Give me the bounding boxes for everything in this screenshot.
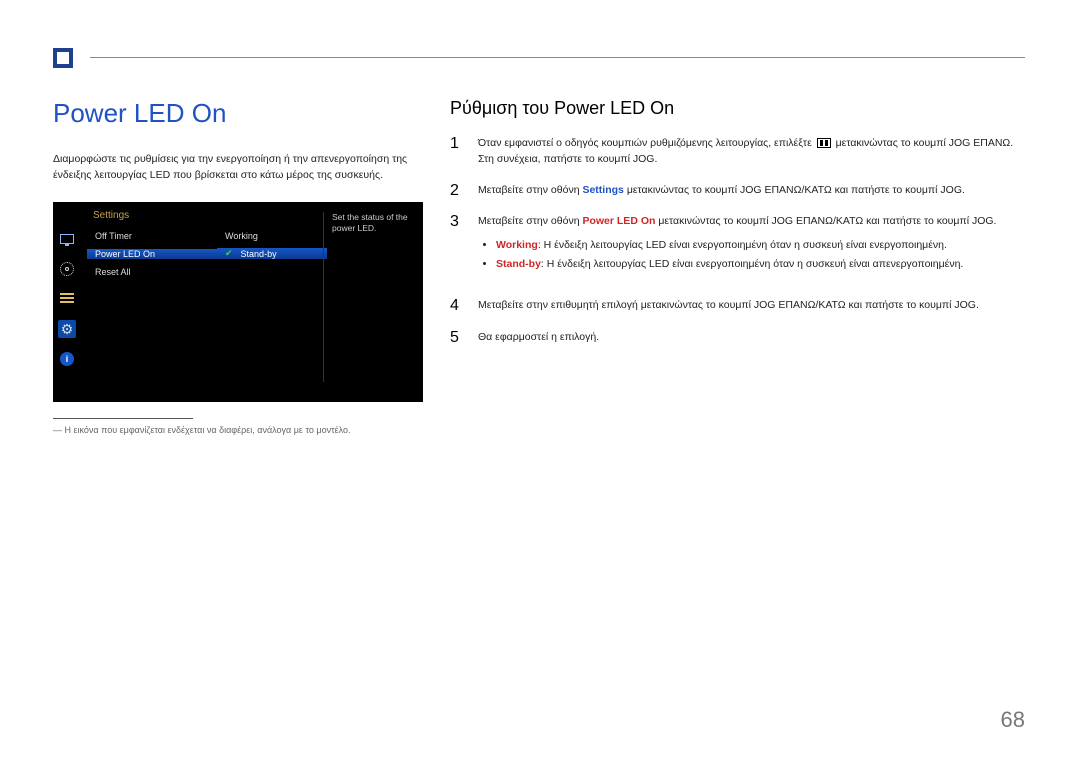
target-icon [58,260,76,278]
text: : Η ένδειξη λειτουργίας LED είναι ενεργο… [538,239,947,251]
text: Μεταβείτε στην οθόνη [478,184,582,196]
bars-icon [58,290,76,308]
osd-icon-column: ⚙ i [53,202,81,402]
step-2: 2 Μεταβείτε στην οθόνη Settings μετακινώ… [450,182,1025,200]
keyword-power-led-on: Power LED On [582,215,655,227]
osd-tooltip: Set the status of the power LED. [323,212,415,382]
step-text: Θα εφαρμοστεί η επιλογή. [478,329,599,347]
step-text: Όταν εμφανιστεί ο οδηγός κουμπιών ρυθμιζ… [478,135,1025,168]
list-item: Working: Η ένδειξη λειτουργίας LED είναι… [496,237,996,254]
list-item: Stand-by: Η ένδειξη λειτουργίας LED είνα… [496,256,996,273]
gear-icon: ⚙ [58,320,76,338]
monitor-icon [58,230,76,248]
option-list: Working: Η ένδειξη λειτουργίας LED είναι… [478,237,996,273]
chapter-marker [53,48,73,68]
step-1: 1 Όταν εμφανιστεί ο οδηγός κουμπιών ρυθμ… [450,135,1025,168]
section-intro: Διαμορφώστε τις ρυθμίσεις για την ενεργο… [53,151,423,184]
right-column: Ρύθμιση του Power LED On 1 Όταν εμφανιστ… [450,98,1025,360]
osd-label: Off Timer [87,231,217,241]
osd-main: Settings Off Timer Working Power LED On … [81,202,423,402]
step-text: Μεταβείτε στην οθόνη Power LED On μετακι… [478,213,996,283]
osd-value: Stand-by [217,248,327,259]
text: Μεταβείτε στην οθόνη [478,215,582,227]
footnote-separator [53,418,193,419]
text: μετακινώντας το κουμπί JOG ΕΠΑΝΩ/ΚΑΤΩ κα… [658,215,996,227]
step-number: 3 [450,213,464,283]
osd-value: Working [217,231,327,241]
section-heading: Power LED On [53,98,423,129]
osd-screenshot: ⚙ i Settings Off Timer Working Power LED… [53,202,423,402]
step-text: Μεταβείτε στην οθόνη Settings μετακινώντ… [478,182,965,200]
menu-icon [817,138,831,148]
step-5: 5 Θα εφαρμοστεί η επιλογή. [450,329,1025,347]
step-number: 1 [450,135,464,168]
keyword-settings: Settings [582,184,623,196]
keyword-standby: Stand-by [496,258,541,270]
text: : Η ένδειξη λειτουργίας LED είναι ενεργο… [541,258,963,270]
subsection-heading: Ρύθμιση του Power LED On [450,98,1025,119]
info-icon: i [58,350,76,368]
step-number: 4 [450,297,464,315]
left-column: Power LED On Διαμορφώστε τις ρυθμίσεις γ… [53,98,423,435]
step-4: 4 Μεταβείτε στην επιθυμητή επιλογή μετακ… [450,297,1025,315]
step-number: 2 [450,182,464,200]
header-rule [90,57,1025,58]
text: Όταν εμφανιστεί ο οδηγός κουμπιών ρυθμιζ… [478,137,815,149]
page-number: 68 [1001,707,1025,733]
step-text: Μεταβείτε στην επιθυμητή επιλογή μετακιν… [478,297,979,315]
keyword-working: Working [496,239,538,251]
step-3: 3 Μεταβείτε στην οθόνη Power LED On μετα… [450,213,1025,283]
footnote-text: ― Η εικόνα που εμφανίζεται ενδέχεται να … [53,425,423,435]
osd-label: Reset All [87,267,217,277]
osd-label: Power LED On [87,249,217,259]
text: μετακινώντας το κουμπί JOG ΕΠΑΝΩ/ΚΑΤΩ κα… [627,184,965,196]
step-number: 5 [450,329,464,347]
